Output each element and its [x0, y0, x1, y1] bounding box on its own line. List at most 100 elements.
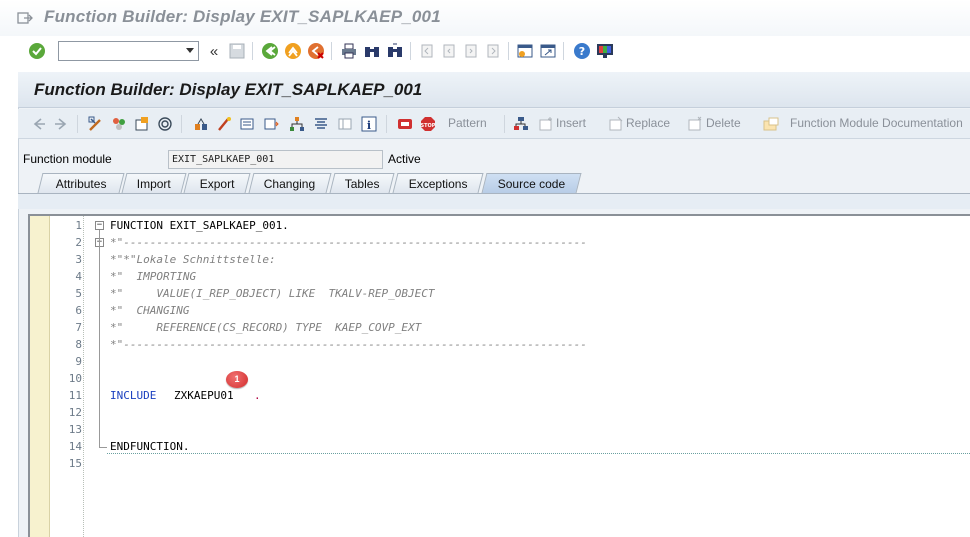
customize-layout-icon[interactable]: [596, 42, 614, 60]
svg-text:i: i: [367, 119, 371, 132]
back-arrow-icon[interactable]: [30, 115, 48, 133]
code-line: *" REFERENCE(CS_RECORD) TYPE KAEP_COVP_E…: [110, 321, 422, 334]
editor-breakpoint-gutter[interactable]: [30, 216, 50, 537]
include-keyword: INCLUDE: [110, 389, 157, 402]
separator: [252, 42, 253, 60]
display-change-icon[interactable]: [87, 115, 105, 133]
separator: [508, 42, 509, 60]
cancel-icon[interactable]: [307, 42, 325, 60]
tab-tables[interactable]: Tables: [329, 173, 395, 193]
tab-attributes[interactable]: Attributes: [37, 173, 125, 193]
pattern-button[interactable]: Pattern: [448, 116, 487, 130]
tab-source-code[interactable]: Source code: [481, 173, 582, 193]
separator: [331, 42, 332, 60]
test-icon[interactable]: [238, 115, 256, 133]
include-period: .: [254, 389, 261, 402]
app-title-bar: Function Builder: Display EXIT_SAPLKAEP_…: [18, 72, 970, 108]
code-line: *" CHANGING: [110, 304, 190, 317]
line-number: 2: [75, 236, 82, 249]
object-list-icon[interactable]: [288, 115, 306, 133]
last-page-icon[interactable]: [484, 42, 502, 60]
print-icon[interactable]: [340, 42, 358, 60]
replace-icon[interactable]: [607, 115, 625, 133]
where-used-list-icon[interactable]: [262, 115, 280, 133]
cursor-line-marker: [107, 453, 970, 454]
insert-icon[interactable]: [537, 115, 555, 133]
forward-arrow-icon[interactable]: [52, 115, 70, 133]
delete-button[interactable]: Delete: [706, 116, 741, 130]
line-number: 12: [68, 406, 82, 419]
exit-icon[interactable]: [284, 42, 302, 60]
tab-label: Tables: [344, 177, 380, 191]
shortcut-icon[interactable]: [539, 42, 557, 60]
svg-text:STOP: STOP: [421, 123, 436, 129]
line-number: 8: [75, 338, 82, 351]
help-icon[interactable]: ?: [573, 42, 591, 60]
separator: [77, 115, 78, 133]
save-icon[interactable]: [228, 42, 246, 60]
breakpoint-icon[interactable]: [396, 115, 414, 133]
code-line: *" IMPORTING: [110, 270, 197, 283]
tab-import[interactable]: Import: [121, 173, 187, 193]
collapse-icon[interactable]: «: [205, 42, 223, 60]
next-page-icon[interactable]: [462, 42, 480, 60]
include-name[interactable]: ZXKAEPU01: [174, 389, 234, 402]
other-object-icon[interactable]: [133, 115, 151, 133]
line-number: 15: [68, 457, 82, 470]
svg-text:?: ?: [579, 45, 585, 58]
tab-label: Exceptions: [408, 177, 468, 191]
tab-label: Export: [199, 177, 235, 191]
replace-button[interactable]: Replace: [626, 116, 670, 130]
tab-changing[interactable]: Changing: [248, 173, 332, 193]
line-number: 10: [68, 372, 82, 385]
activate-icon[interactable]: [215, 115, 233, 133]
find-next-icon[interactable]: [386, 42, 404, 60]
separator: [563, 42, 564, 60]
stop-icon[interactable]: STOP: [419, 115, 437, 133]
line-number: 7: [75, 321, 82, 334]
pretty-printer-icon[interactable]: [312, 115, 330, 133]
new-session-icon[interactable]: [516, 42, 534, 60]
code-line: ENDFUNCTION.: [110, 440, 190, 453]
tab-label: Attributes: [55, 177, 107, 191]
line-number: 4: [75, 270, 82, 283]
tab-label: Changing: [264, 177, 316, 191]
command-field[interactable]: [58, 41, 199, 61]
line-number: 14: [68, 440, 82, 453]
enter-icon[interactable]: [28, 42, 46, 60]
line-number: 3: [75, 253, 82, 266]
line-number: 6: [75, 304, 82, 317]
separator: [410, 42, 411, 60]
documentation-icon[interactable]: [762, 115, 780, 133]
status-text: Active: [388, 152, 421, 166]
check-icon[interactable]: [192, 115, 210, 133]
tab-exceptions[interactable]: Exceptions: [392, 173, 484, 193]
line-number: 1: [75, 219, 82, 232]
code-line: *" VALUE(I_REP_OBJECT) LIKE TKALV-REP_OB…: [110, 287, 435, 300]
back-icon[interactable]: [261, 42, 279, 60]
annotation-badge: 1: [226, 371, 248, 388]
first-page-icon[interactable]: [418, 42, 436, 60]
collapse-block-icon[interactable]: −: [95, 221, 104, 230]
tab-export[interactable]: Export: [183, 173, 251, 193]
chevron-down-icon[interactable]: [186, 48, 194, 53]
function-module-field[interactable]: EXIT_SAPLKAEP_001: [168, 150, 383, 169]
previous-page-icon[interactable]: [440, 42, 458, 60]
display-object-list-icon[interactable]: [336, 115, 354, 133]
app-title: Function Builder: Display EXIT_SAPLKAEP_…: [34, 80, 423, 99]
function-module-documentation-button[interactable]: Function Module Documentation: [790, 116, 963, 130]
fold-guide-end: [99, 447, 107, 448]
tab-label: Import: [136, 177, 171, 191]
separator: [504, 115, 505, 133]
tree-icon[interactable]: [512, 115, 530, 133]
delete-icon[interactable]: [686, 115, 704, 133]
code-line: *"--------------------------------------…: [110, 236, 587, 249]
insert-button[interactable]: Insert: [556, 116, 586, 130]
find-icon[interactable]: [363, 42, 381, 60]
tab-label: Source code: [497, 177, 565, 191]
line-number: 11: [68, 389, 82, 402]
info-icon[interactable]: i: [360, 115, 378, 133]
menu-icon[interactable]: [17, 11, 33, 25]
active-inactive-icon[interactable]: [110, 115, 128, 133]
where-used-icon[interactable]: [156, 115, 174, 133]
